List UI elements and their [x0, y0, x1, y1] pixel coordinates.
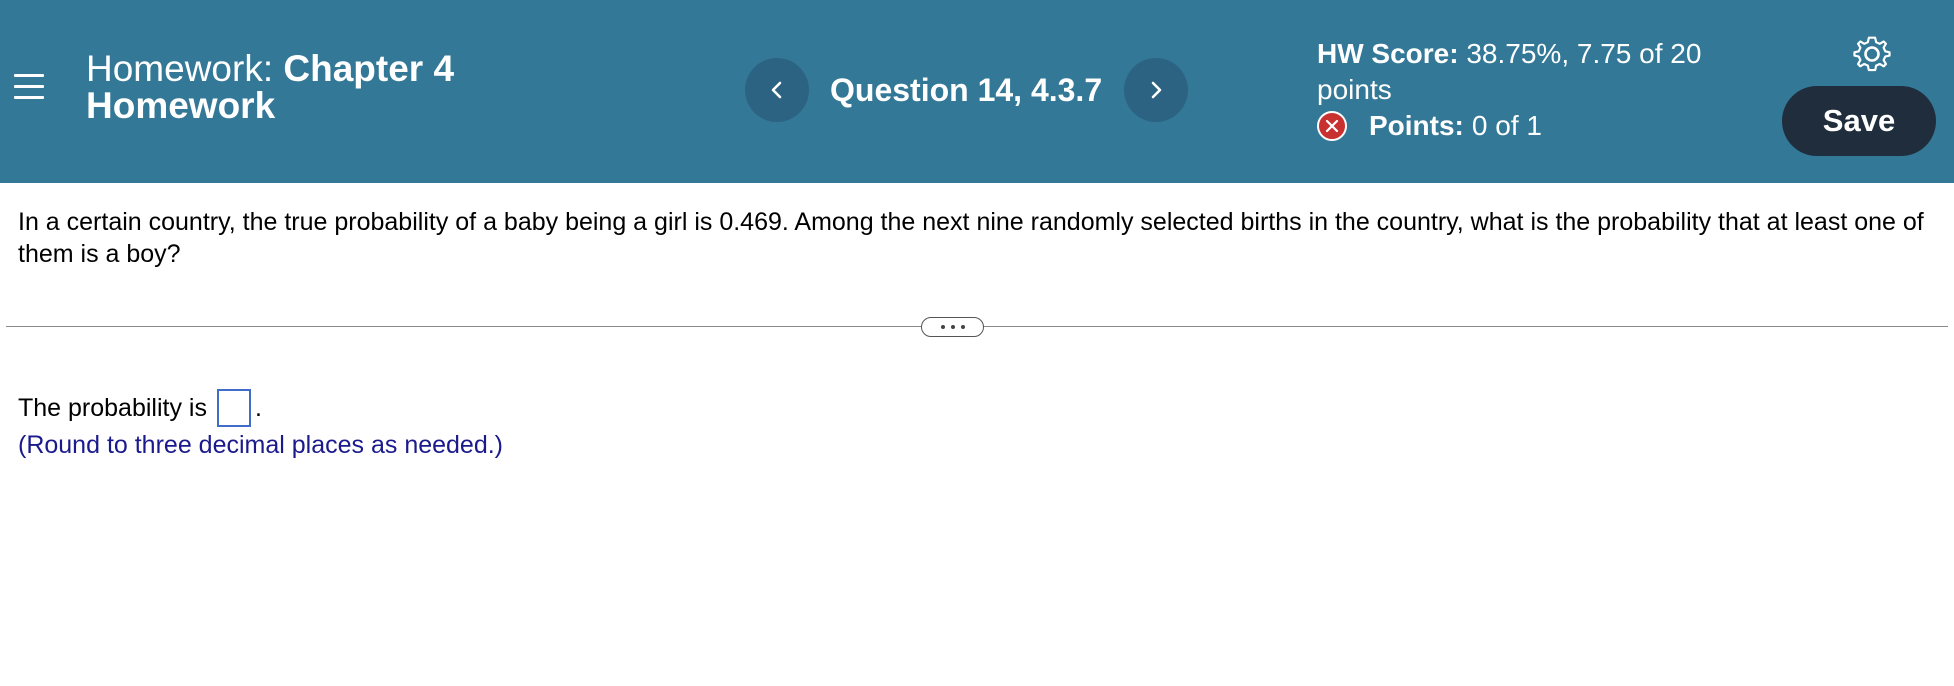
question-title: Question 14, 4.3.7	[830, 72, 1103, 108]
chevron-left-icon	[771, 81, 782, 99]
x-circle-icon	[1317, 111, 1347, 141]
points-label: Points:	[1369, 110, 1464, 141]
answer-prompt: The probability is	[18, 394, 207, 422]
points-value: 0 of 1	[1471, 110, 1542, 141]
previous-question-button[interactable]	[745, 58, 809, 122]
homework-title-prefix: Homework:	[86, 48, 274, 89]
hamburger-menu-icon[interactable]	[14, 72, 44, 102]
ellipsis-icon	[940, 325, 945, 329]
answer-period: .	[254, 394, 262, 422]
next-question-button[interactable]	[1124, 58, 1188, 122]
homework-title: Homework: Chapter 4 Homework	[86, 50, 506, 124]
question-points: Points: 0 of 1	[1317, 108, 1542, 144]
question-text: In a certain country, the true probabili…	[18, 208, 1924, 268]
rounding-hint: (Round to three decimal places as needed…	[18, 431, 504, 459]
expand-toggle-button[interactable]	[921, 317, 984, 337]
answer-input[interactable]	[216, 389, 251, 427]
chevron-right-icon	[1151, 81, 1162, 99]
hw-score-label: HW Score:	[1317, 38, 1459, 69]
hw-score: HW Score: 38.75%, 7.75 of 20 points	[1317, 36, 1737, 108]
top-bar: Homework: Chapter 4 Homework Question 14…	[0, 0, 1954, 183]
gear-icon[interactable]	[1852, 35, 1892, 75]
answer-line: The probability is .	[18, 388, 262, 428]
save-button[interactable]: Save	[1782, 86, 1936, 156]
